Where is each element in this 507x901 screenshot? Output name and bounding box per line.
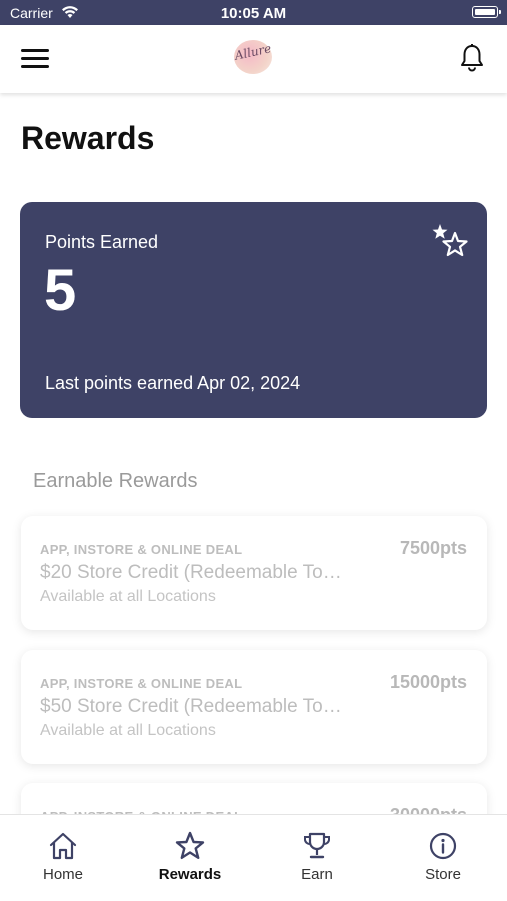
points-earned-card: Points Earned 5 Last points earned Apr 0…: [20, 202, 487, 418]
trophy-icon: [304, 832, 330, 859]
status-time: 10:05 AM: [220, 5, 287, 22]
tab-earn-label: Earn: [301, 866, 333, 883]
reward-category: APP, INSTORE & ONLINE DEAL: [40, 676, 243, 691]
tab-rewards-label: Rewards: [158, 866, 222, 883]
hamburger-menu-icon[interactable]: [21, 49, 49, 69]
page-title: Rewards: [21, 120, 155, 156]
reward-category: APP, INSTORE & ONLINE DEAL: [40, 542, 243, 557]
points-earned-value: 5: [44, 258, 77, 323]
points-earned-label: Points Earned: [45, 232, 159, 252]
reward-title: $50 Store Credit (Redeemable To…: [40, 696, 342, 717]
tab-home-label: Home: [42, 866, 83, 883]
tab-store[interactable]: Store: [380, 815, 506, 901]
tab-earn[interactable]: Earn: [254, 815, 380, 901]
last-points-earned-text: Last points earned Apr 02, 2024: [45, 373, 301, 393]
bottom-tab-bar: Home Rewards Earn Store: [0, 814, 507, 901]
reward-card[interactable]: APP, INSTORE & ONLINE DEAL $50 Store Cre…: [21, 650, 487, 764]
top-nav-bar: Allure: [0, 25, 507, 93]
earnable-rewards-heading: Earnable Rewards: [33, 470, 198, 492]
reward-points: 15000pts: [389, 672, 467, 692]
home-icon: [49, 832, 77, 860]
info-icon: [429, 832, 457, 860]
tab-home[interactable]: Home: [0, 815, 126, 901]
reward-title: $20 Store Credit (Redeemable To…: [40, 562, 342, 583]
status-bar: Carrier 10:05 AM: [0, 0, 507, 25]
tab-rewards[interactable]: Rewards: [127, 815, 253, 901]
reward-availability: Available at all Locations: [40, 722, 216, 739]
reward-availability: Available at all Locations: [40, 588, 216, 605]
tab-store-label: Store: [425, 866, 461, 883]
reward-points: 7500pts: [399, 538, 467, 558]
reward-card[interactable]: APP, INSTORE & ONLINE DEAL $20 Store Cre…: [21, 516, 487, 630]
brand-logo: Allure: [228, 37, 278, 77]
stars-icon: [432, 224, 468, 257]
notification-bell-icon[interactable]: [459, 43, 485, 73]
battery-icon: [472, 6, 501, 18]
star-icon: [175, 831, 205, 859]
